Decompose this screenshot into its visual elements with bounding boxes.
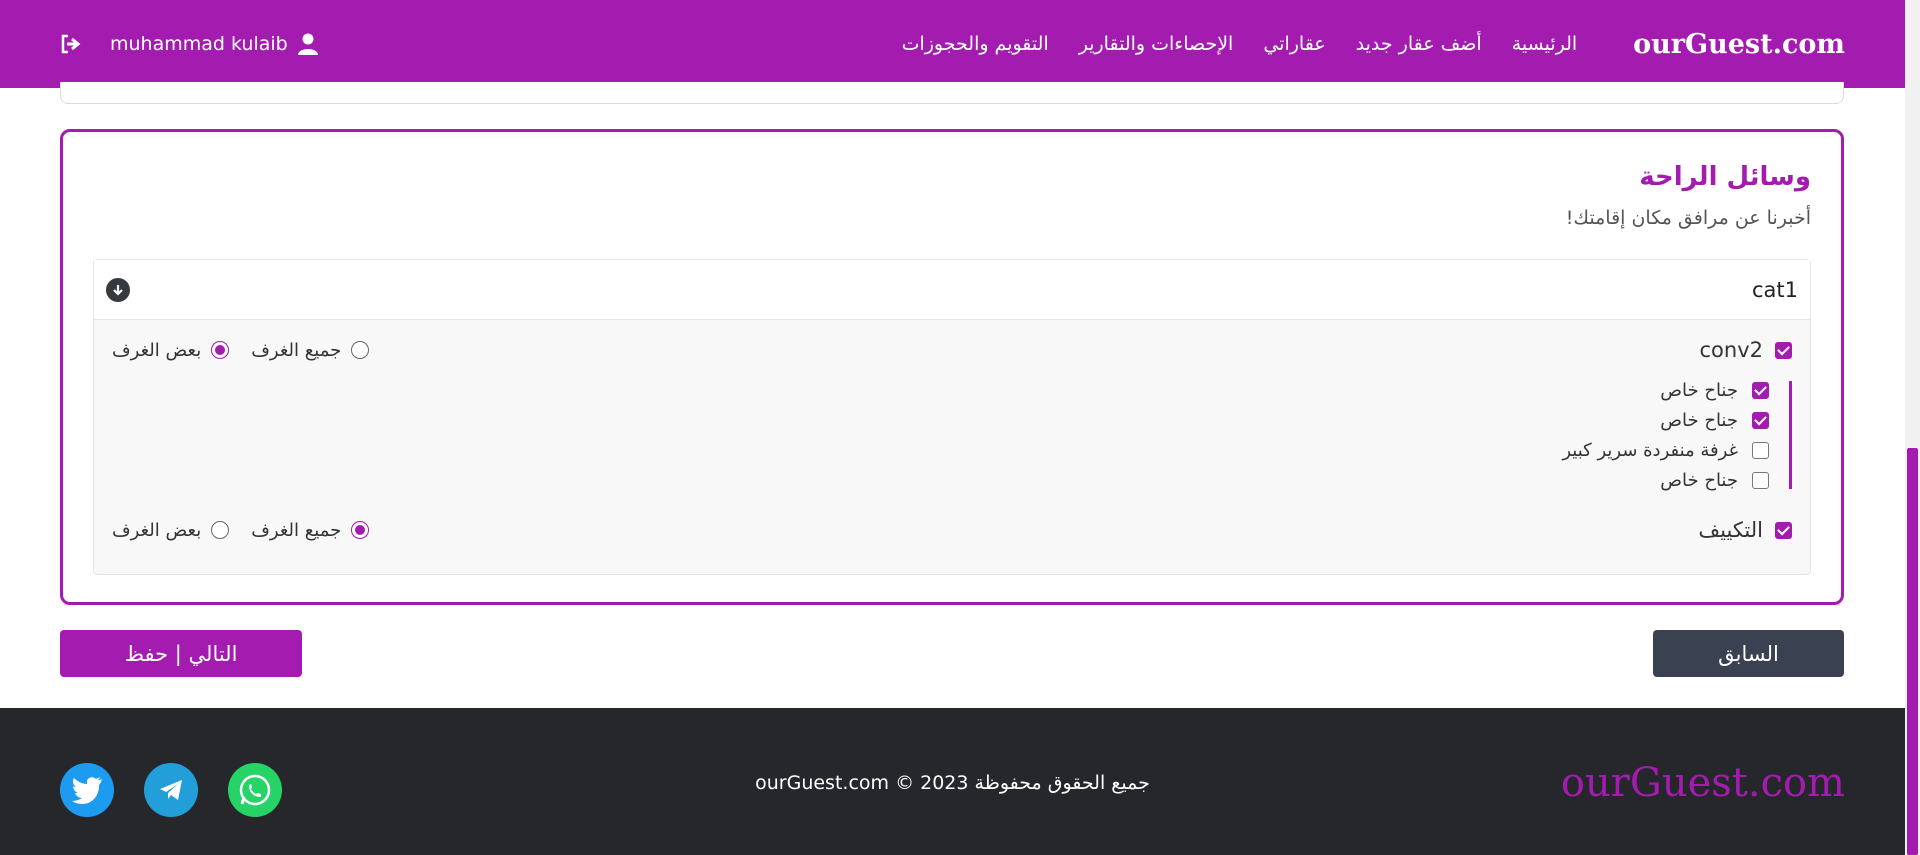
radio-all-rooms-circle[interactable] (351, 521, 370, 539)
amenity-ac: التكييف (1698, 518, 1792, 542)
whatsapp-icon[interactable] (228, 763, 282, 817)
amenity-ac-label: التكييف (1698, 518, 1763, 542)
category-panel: cat1 conv2 جميع الغرف بعض الغرف جناح خاص… (93, 259, 1811, 575)
room-item: جناح خاص (1562, 379, 1769, 401)
nav-statistics[interactable]: الإحصاءات والتقارير (1079, 33, 1234, 55)
radio-all-rooms-label: جميع الغرف (251, 519, 342, 541)
nav-home[interactable]: الرئيسية (1512, 33, 1577, 55)
page-scrollbar[interactable] (1905, 0, 1920, 855)
amenities-card: وسائل الراحة أخبرنا عن مرافق مكان إقامتك… (60, 129, 1844, 605)
radio-some-rooms[interactable]: بعض الغرف (112, 519, 230, 541)
amenity-conv2-checkbox[interactable] (1775, 341, 1792, 359)
previous-button[interactable]: السابق (1653, 630, 1844, 677)
room-label: جناح خاص (1660, 409, 1738, 431)
radio-all-rooms[interactable]: جميع الغرف (251, 519, 370, 541)
user-icon (297, 33, 318, 55)
brand-logo[interactable]: ourGuest.com (1633, 29, 1845, 60)
radio-all-rooms-label: جميع الغرف (251, 339, 342, 361)
user-name: muhammad kulaib (110, 33, 288, 55)
amenities-title: وسائل الراحة (1639, 162, 1811, 192)
nav-user-area: muhammad kulaib (60, 33, 318, 55)
top-navbar: ourGuest.com الرئيسية أضف عقار جديد عقار… (0, 0, 1905, 88)
amenity-row-conv2: conv2 جميع الغرف بعض الغرف (112, 338, 1792, 362)
amenity-conv2-label: conv2 (1699, 338, 1764, 362)
room-label: جناح خاص (1660, 469, 1738, 491)
radio-some-rooms-circle[interactable] (211, 341, 230, 359)
nav-links: الرئيسية أضف عقار جديد عقاراتي الإحصاءات… (902, 33, 1578, 55)
amenity-row-ac: التكييف جميع الغرف بعض الغرف (112, 518, 1792, 542)
amenities-subtitle: أخبرنا عن مرافق مكان إقامتك! (1565, 207, 1811, 229)
user-menu[interactable]: muhammad kulaib (110, 33, 318, 55)
radio-some-rooms-circle[interactable] (211, 521, 230, 539)
room-checkbox[interactable] (1752, 471, 1769, 489)
room-checkbox[interactable] (1752, 411, 1769, 429)
copyright-text: جميع الحقوق محفوظة 2023 © ourGuest.com (755, 772, 1150, 794)
nav-calendar[interactable]: التقويم والحجوزات (902, 33, 1049, 55)
category-name: cat1 (1751, 277, 1798, 302)
previous-section-card (60, 82, 1844, 104)
nav-add-property[interactable]: أضف عقار جديد (1356, 33, 1482, 55)
radio-all-rooms[interactable]: جميع الغرف (251, 339, 370, 361)
next-save-button[interactable]: التالي | حفظ (60, 630, 302, 677)
footer: ourGuest.com جميع الحقوق محفوظة 2023 © o… (0, 708, 1905, 855)
room-list: جناح خاص جناح خاص غرفة منفردة سرير كبير … (1562, 379, 1792, 491)
room-item: غرفة منفردة سرير كبير (1562, 439, 1769, 461)
arrow-down-circle-icon[interactable] (106, 277, 130, 302)
twitter-icon[interactable] (60, 763, 114, 817)
amenity-ac-scope: جميع الغرف بعض الغرف (112, 519, 370, 541)
radio-some-rooms-label: بعض الغرف (112, 519, 202, 541)
room-checkbox[interactable] (1752, 441, 1769, 459)
nav-my-properties[interactable]: عقاراتي (1263, 33, 1325, 55)
room-checkbox[interactable] (1752, 381, 1769, 399)
telegram-icon[interactable] (144, 763, 198, 817)
category-header[interactable]: cat1 (94, 260, 1810, 320)
radio-some-rooms[interactable]: بعض الغرف (112, 339, 230, 361)
room-item: جناح خاص (1562, 469, 1769, 491)
amenity-ac-checkbox[interactable] (1775, 521, 1792, 539)
room-label: غرفة منفردة سرير كبير (1562, 439, 1738, 461)
amenity-conv2-scope: جميع الغرف بعض الغرف (112, 339, 370, 361)
radio-some-rooms-label: بعض الغرف (112, 339, 202, 361)
logout-icon[interactable] (60, 34, 82, 54)
room-label: جناح خاص (1660, 379, 1738, 401)
amenity-conv2: conv2 (1699, 338, 1792, 362)
scrollbar-thumb[interactable] (1907, 448, 1918, 855)
room-item: جناح خاص (1562, 409, 1769, 431)
radio-all-rooms-circle[interactable] (351, 341, 370, 359)
